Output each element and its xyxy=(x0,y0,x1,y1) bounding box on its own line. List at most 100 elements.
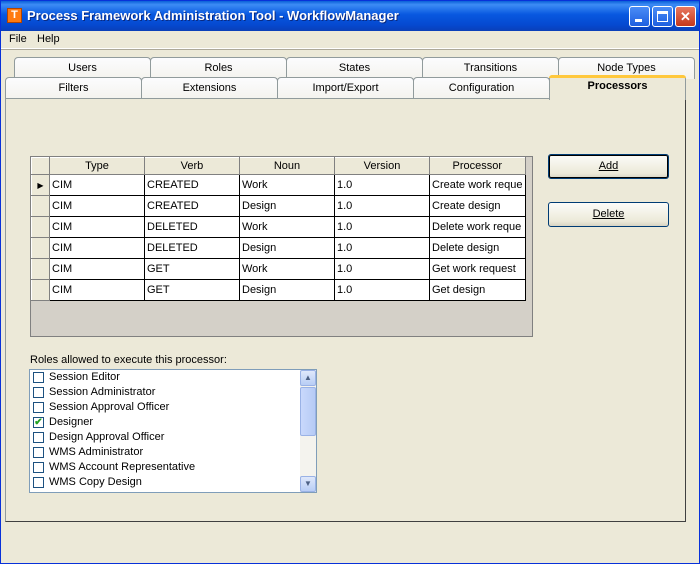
cell-version[interactable]: 1.0 xyxy=(334,237,430,259)
cell-type[interactable]: CIM xyxy=(49,258,145,280)
checkbox[interactable] xyxy=(33,372,44,383)
cell-type[interactable]: CIM xyxy=(49,237,145,259)
menu-file[interactable]: File xyxy=(5,33,31,45)
checkbox[interactable] xyxy=(33,402,44,413)
checkbox[interactable] xyxy=(33,387,44,398)
cell-verb[interactable]: CREATED xyxy=(144,195,240,217)
processors-grid[interactable]: Type Verb Noun Version Processor ▶ CIM C… xyxy=(30,156,533,337)
row-header[interactable] xyxy=(31,258,50,280)
checkbox[interactable] xyxy=(33,462,44,473)
column-header-version[interactable]: Version xyxy=(334,157,430,175)
maximize-button[interactable] xyxy=(652,6,673,27)
minimize-button[interactable] xyxy=(629,6,650,27)
tab-extensions[interactable]: Extensions xyxy=(141,77,278,99)
row-header[interactable] xyxy=(31,237,50,259)
close-icon: ✕ xyxy=(680,9,691,24)
cell-processor[interactable]: Delete work reque xyxy=(429,216,526,238)
row-header-corner xyxy=(31,157,50,175)
checkbox[interactable] xyxy=(33,447,44,458)
tab-processors[interactable]: Processors xyxy=(549,75,686,100)
cell-processor[interactable]: Create work reque xyxy=(429,174,526,196)
cell-verb[interactable]: GET xyxy=(144,279,240,301)
cell-verb[interactable]: DELETED xyxy=(144,216,240,238)
role-label: WMS Account Representative xyxy=(49,461,196,473)
scroll-down-icon[interactable]: ▼ xyxy=(300,476,316,492)
window-title: Process Framework Administration Tool - … xyxy=(27,8,399,23)
cell-processor[interactable]: Get work request xyxy=(429,258,526,280)
row-selector-icon[interactable]: ▶ xyxy=(31,174,50,196)
cell-noun[interactable]: Design xyxy=(239,195,335,217)
cell-noun[interactable]: Work xyxy=(239,258,335,280)
table-row[interactable]: ▶ CIM CREATED Work 1.0 Create work reque xyxy=(31,174,526,196)
tab-users[interactable]: Users xyxy=(14,57,151,79)
role-label: Design Approval Officer xyxy=(49,431,165,443)
cell-version[interactable]: 1.0 xyxy=(334,258,430,280)
cell-processor[interactable]: Delete design xyxy=(429,237,526,259)
role-label: Session Administrator xyxy=(49,386,156,398)
menu-bar: File Help xyxy=(1,31,699,49)
cell-processor[interactable]: Get design xyxy=(429,279,526,301)
column-header-verb[interactable]: Verb xyxy=(144,157,240,175)
cell-noun[interactable]: Design xyxy=(239,237,335,259)
app-icon[interactable]: T xyxy=(7,8,22,23)
cell-version[interactable]: 1.0 xyxy=(334,216,430,238)
role-label: WMS Administrator xyxy=(49,446,144,458)
cell-noun[interactable]: Work xyxy=(239,216,335,238)
column-header-noun[interactable]: Noun xyxy=(239,157,335,175)
processors-tab-page: Type Verb Noun Version Processor ▶ CIM C… xyxy=(5,98,686,522)
cell-version[interactable]: 1.0 xyxy=(334,279,430,301)
add-button-label: Add xyxy=(598,160,619,172)
table-row[interactable]: CIM GET Design 1.0 Get design xyxy=(31,279,526,301)
checkbox-checked[interactable]: ✔ xyxy=(33,417,44,428)
add-button[interactable]: Add xyxy=(548,154,669,179)
column-header-processor[interactable]: Processor xyxy=(429,157,526,175)
menu-separator xyxy=(1,49,699,50)
cell-type[interactable]: CIM xyxy=(49,279,145,301)
table-row[interactable]: CIM DELETED Design 1.0 Delete design xyxy=(31,237,526,259)
grid-header-row: Type Verb Noun Version Processor xyxy=(31,157,526,175)
cell-noun[interactable]: Work xyxy=(239,174,335,196)
cell-verb[interactable]: GET xyxy=(144,258,240,280)
tab-transitions[interactable]: Transitions xyxy=(422,57,559,79)
table-row[interactable]: CIM DELETED Work 1.0 Delete work reque xyxy=(31,216,526,238)
minimize-icon xyxy=(635,19,642,22)
tab-filters[interactable]: Filters xyxy=(5,77,142,99)
cell-processor[interactable]: Create design xyxy=(429,195,526,217)
menu-help[interactable]: Help xyxy=(33,33,64,45)
cell-version[interactable]: 1.0 xyxy=(334,195,430,217)
cell-type[interactable]: CIM xyxy=(49,195,145,217)
roles-scrollbar[interactable]: ▲ ▼ xyxy=(300,370,316,492)
tab-states[interactable]: States xyxy=(286,57,423,79)
delete-button-label: Delete xyxy=(592,208,625,220)
maximize-icon xyxy=(657,11,668,22)
table-row[interactable]: CIM GET Work 1.0 Get work request xyxy=(31,258,526,280)
checkmark-icon: ✔ xyxy=(34,417,43,428)
cell-type[interactable]: CIM xyxy=(49,216,145,238)
checkbox[interactable] xyxy=(33,432,44,443)
row-header[interactable] xyxy=(31,279,50,301)
cell-version[interactable]: 1.0 xyxy=(334,174,430,196)
cell-verb[interactable]: CREATED xyxy=(144,174,240,196)
scroll-thumb[interactable] xyxy=(300,387,316,436)
role-label: Designer xyxy=(49,416,94,428)
close-button[interactable]: ✕ xyxy=(675,6,696,27)
tab-roles[interactable]: Roles xyxy=(150,57,287,79)
cell-type[interactable]: CIM xyxy=(49,174,145,196)
tab-configuration[interactable]: Configuration xyxy=(413,77,550,99)
roles-label: Roles allowed to execute this processor: xyxy=(30,354,227,366)
app-window: T Process Framework Administration Tool … xyxy=(0,0,700,564)
checkbox[interactable] xyxy=(33,477,44,488)
row-header[interactable] xyxy=(31,195,50,217)
title-bar[interactable]: T Process Framework Administration Tool … xyxy=(1,1,699,31)
role-label: Session Approval Officer xyxy=(49,401,170,413)
table-row[interactable]: CIM CREATED Design 1.0 Create design xyxy=(31,195,526,217)
row-header[interactable] xyxy=(31,216,50,238)
role-label: Session Editor xyxy=(49,371,120,383)
delete-button[interactable]: Delete xyxy=(548,202,669,227)
cell-verb[interactable]: DELETED xyxy=(144,237,240,259)
cell-noun[interactable]: Design xyxy=(239,279,335,301)
tab-import-export[interactable]: Import/Export xyxy=(277,77,414,99)
column-header-type[interactable]: Type xyxy=(49,157,145,175)
scroll-up-icon[interactable]: ▲ xyxy=(300,370,316,386)
roles-checklist[interactable]: Session Editor Session Administrator Ses… xyxy=(29,369,317,493)
